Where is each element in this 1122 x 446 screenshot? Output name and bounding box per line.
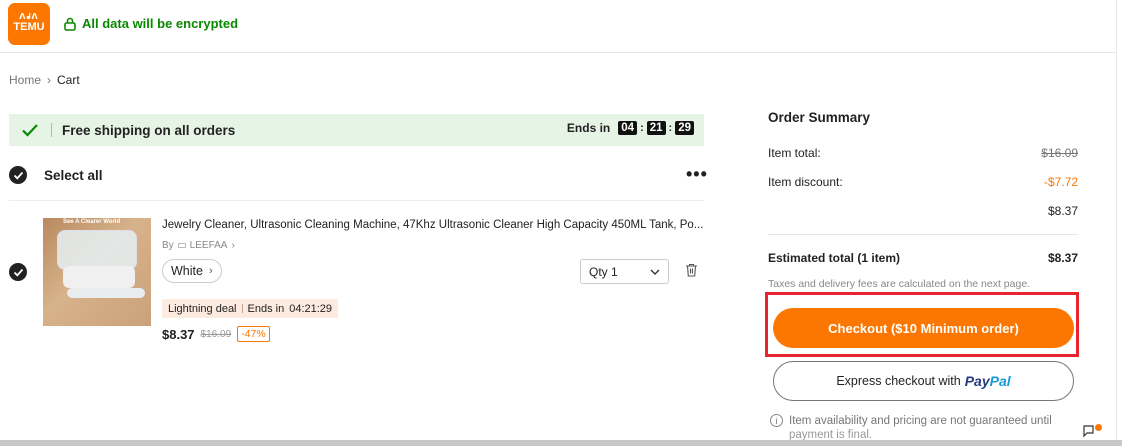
- paypal-logo: PayPal: [964, 373, 1011, 389]
- cleaner-tank-shape: [57, 230, 137, 270]
- item-discount-value: -$7.72: [1043, 175, 1078, 189]
- subtotal-row: $8.37: [768, 204, 1078, 218]
- select-all-label: Select all: [44, 167, 103, 183]
- countdown-timer: Ends in 04 : 21 : 29: [567, 121, 694, 135]
- product-checkbox[interactable]: [9, 263, 27, 281]
- check-icon: [13, 268, 23, 277]
- logo-mark: ᐱᖱᐱ: [19, 12, 39, 21]
- temu-logo[interactable]: ᐱᖱᐱ TEMU: [8, 3, 50, 45]
- notification-dot: [1095, 424, 1102, 431]
- chat-bubble-icon: [1083, 425, 1094, 438]
- order-summary-title: Order Summary: [768, 110, 871, 125]
- banner-divider: [51, 123, 52, 137]
- product-image-caption: See A Clearer World: [63, 219, 121, 225]
- variant-selector[interactable]: White ›: [162, 259, 222, 283]
- item-total-label: Item total:: [768, 146, 821, 160]
- logo-text: TEMU: [13, 21, 45, 33]
- lightning-deal-badge: Lightning deal Ends in 04:21:29: [162, 299, 339, 318]
- lock-icon: [64, 17, 76, 31]
- chevron-right-icon: ›: [231, 240, 235, 251]
- item-total-row: Item total: $16.09: [768, 146, 1078, 160]
- content-border: [1116, 0, 1117, 440]
- checkmark-icon: [22, 124, 38, 137]
- summary-divider: [768, 234, 1078, 235]
- chevron-down-icon: [650, 269, 660, 275]
- seller-line[interactable]: By LEEFAA ›: [162, 240, 235, 251]
- product-image[interactable]: See A Clearer World: [43, 218, 151, 326]
- timer-seconds: 29: [675, 121, 694, 135]
- select-all-checkbox[interactable]: [9, 166, 27, 184]
- deal-countdown: 04:21:29: [289, 302, 333, 315]
- availability-text-line1: Item availability and pricing are not gu…: [789, 415, 1052, 427]
- breadcrumb-current: Cart: [57, 73, 80, 87]
- discount-badge: -47%: [237, 326, 270, 342]
- paypal-express-button[interactable]: Express checkout with PayPal: [773, 361, 1074, 401]
- product-checkbox-circle[interactable]: [9, 263, 27, 281]
- breadcrumb: Home › Cart: [9, 73, 80, 87]
- breadcrumb-home[interactable]: Home: [9, 73, 41, 87]
- top-header: ᐱᖱᐱ TEMU All data will be encrypted: [0, 0, 1116, 53]
- estimated-total-label: Estimated total (1 item): [768, 251, 901, 265]
- ends-in-label: Ends in: [566, 121, 611, 135]
- timer-minutes: 21: [646, 121, 666, 135]
- quantity-select[interactable]: Qty 1: [580, 259, 669, 284]
- cleaner-tray-shape: [67, 288, 145, 298]
- chevron-right-icon: ›: [208, 265, 213, 277]
- subtotal-value: $8.37: [1047, 204, 1078, 218]
- timer-colon: :: [640, 122, 644, 134]
- select-all-row[interactable]: Select all: [9, 166, 103, 184]
- item-total-value: $16.09: [1041, 146, 1078, 160]
- store-icon: [177, 243, 186, 248]
- timer-hours: 04: [618, 121, 638, 135]
- free-shipping-banner: Free shipping on all orders Ends in 04 :…: [9, 114, 704, 146]
- deal-divider: [241, 304, 243, 313]
- seller-name[interactable]: LEEFAA: [190, 240, 228, 251]
- tax-note: Taxes and delivery fees are calculated o…: [768, 278, 1031, 290]
- deal-label: Lightning deal: [168, 302, 237, 315]
- price-row: $8.37 $16.09 -47%: [162, 326, 270, 342]
- check-icon: [13, 171, 23, 180]
- deal-ends-label: Ends in: [247, 302, 285, 315]
- more-options-icon[interactable]: •••: [686, 165, 708, 183]
- availability-note: i Item availability and pricing are not …: [770, 414, 1100, 442]
- horizontal-scrollbar[interactable]: [0, 440, 1122, 446]
- variant-label: White: [171, 264, 203, 278]
- trash-icon[interactable]: [685, 263, 698, 277]
- original-price: $16.09: [200, 328, 232, 340]
- quantity-label: Qty 1: [589, 264, 618, 279]
- item-discount-row: Item discount: -$7.72: [768, 175, 1078, 189]
- estimated-total-value: $8.37: [1047, 251, 1078, 265]
- estimated-total-row: Estimated total (1 item) $8.37: [768, 251, 1078, 265]
- checkout-button[interactable]: Checkout ($10 Minimum order): [773, 308, 1074, 348]
- secure-text: All data will be encrypted: [82, 16, 239, 31]
- item-discount-label: Item discount:: [768, 175, 843, 189]
- breadcrumb-separator: ›: [47, 73, 52, 87]
- express-label: Express checkout with: [836, 374, 961, 388]
- secure-notice: All data will be encrypted: [64, 16, 238, 31]
- cleaner-base-shape: [63, 266, 135, 288]
- current-price: $8.37: [162, 326, 195, 342]
- timer-colon: :: [668, 122, 673, 134]
- free-shipping-text: Free shipping on all orders: [62, 122, 236, 138]
- by-label: By: [162, 240, 174, 251]
- divider: [9, 200, 704, 201]
- availability-text: Item availability and pricing are not gu…: [789, 414, 1052, 442]
- product-title[interactable]: Jewelry Cleaner, Ultrasonic Cleaning Mac…: [162, 219, 707, 231]
- info-icon: i: [770, 414, 783, 427]
